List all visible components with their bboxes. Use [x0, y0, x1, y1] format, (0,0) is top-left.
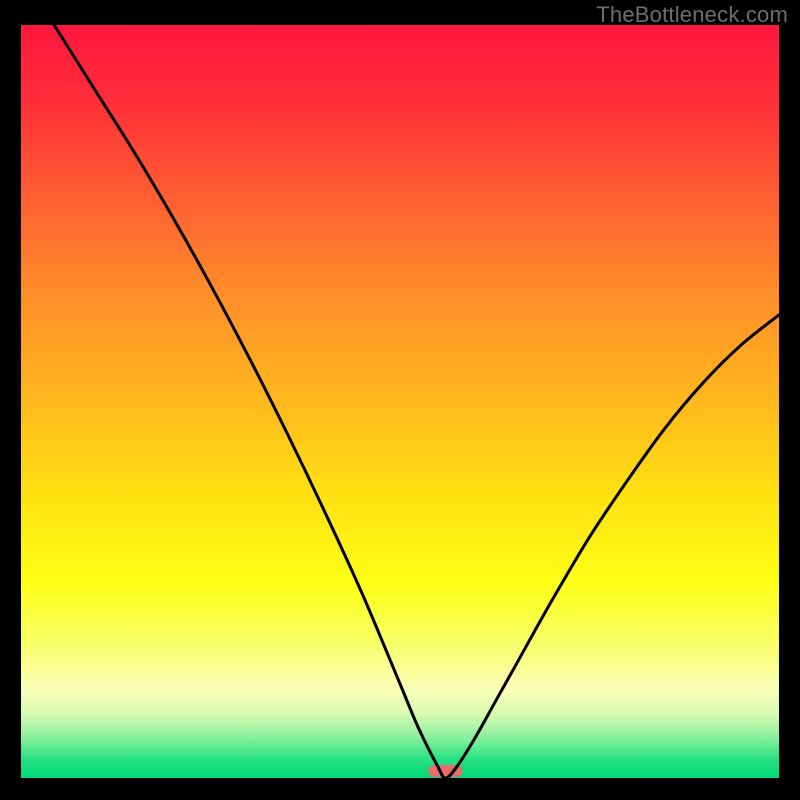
chart-svg [21, 25, 779, 778]
plot-area [21, 25, 779, 778]
gradient-background [21, 25, 779, 778]
chart-frame: TheBottleneck.com [0, 0, 800, 800]
